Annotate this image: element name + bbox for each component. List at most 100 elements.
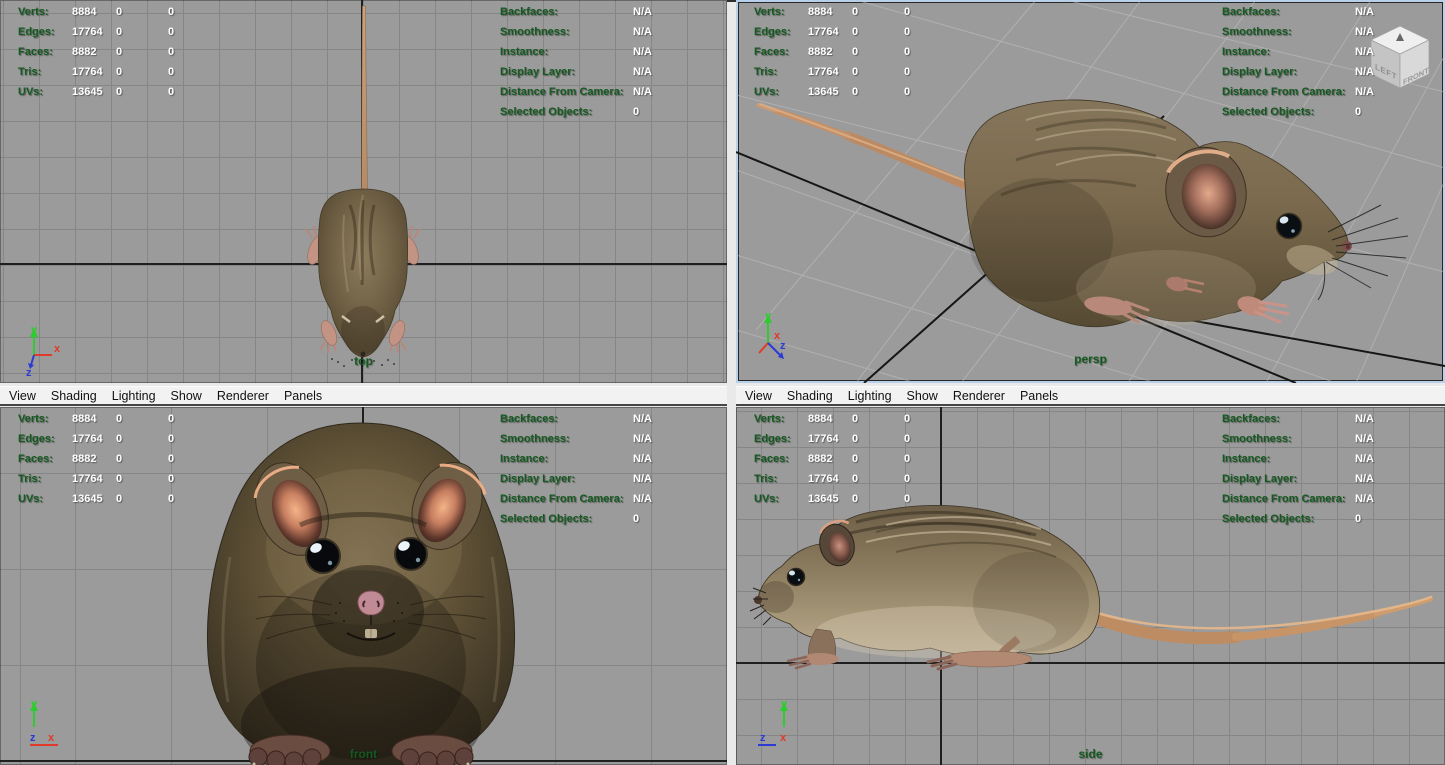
hud-stat-label: Selected Objects: <box>500 513 593 525</box>
hud-stat-label: Smoothness: <box>500 433 570 445</box>
hud-stat-row: UVs: 13645 0 0 <box>0 84 230 104</box>
menu-item-view[interactable]: View <box>9 389 36 403</box>
hud-stat-value: 17764 <box>808 433 839 445</box>
hud-stat-label: Tris: <box>754 66 778 78</box>
hud-stat-label: Selected Objects: <box>1222 513 1315 525</box>
hud-stat-row: Selected Objects: 0 <box>1222 104 1445 124</box>
hud-stat-label: Verts: <box>754 413 785 425</box>
rat-eye <box>786 567 806 587</box>
panel-menubar-left: View Shading Lighting Show Renderer Panels <box>0 386 727 406</box>
hud-stat-value: 0 <box>168 413 175 425</box>
hud-stat-label: Instance: <box>1222 46 1271 58</box>
axis-gizmo-persp-view: y x z <box>758 310 786 359</box>
hud-stat-label: UVs: <box>18 86 44 98</box>
viewport-persp[interactable]: LEFT FRONT Verts: 8884 0 0 Edges: 17764 0 0 Face… <box>736 0 1445 383</box>
svg-text:y: y <box>31 698 38 710</box>
menu-item-view[interactable]: View <box>745 389 772 403</box>
hud-stat-value: 0 <box>904 6 911 18</box>
hud-stat-value: 0 <box>633 513 640 525</box>
hud-stat-row: Verts: 8884 0 0 <box>0 4 230 24</box>
hud-stat-label: Distance From Camera: <box>500 86 624 98</box>
hud-stat-value: 0 <box>852 66 859 78</box>
hud-stat-value: N/A <box>633 473 652 485</box>
hud-stat-label: Edges: <box>754 433 791 445</box>
hud-stat-value: 0 <box>904 493 911 505</box>
hud-stat-label: Backfaces: <box>500 6 559 18</box>
menu-item-show[interactable]: Show <box>907 389 938 403</box>
hud-stat-row: UVs: 13645 0 0 <box>0 491 230 511</box>
menu-item-shading[interactable]: Shading <box>51 389 97 403</box>
hud-stat-value: 0 <box>116 6 123 18</box>
hud-stat-row: Display Layer: N/A <box>500 471 727 491</box>
hud-stat-value: 17764 <box>72 26 103 38</box>
hud-stat-value: 0 <box>904 413 911 425</box>
hud-stat-value: 0 <box>904 453 911 465</box>
menu-item-lighting[interactable]: Lighting <box>848 389 892 403</box>
hud-stat-label: Display Layer: <box>1222 66 1298 78</box>
rat-teeth <box>365 629 377 638</box>
hud-stat-value: N/A <box>633 453 652 465</box>
hud-stat-value: N/A <box>1355 46 1374 58</box>
hud-stat-label: Faces: <box>754 46 789 58</box>
hud-stat-row: Selected Objects: 0 <box>500 511 727 531</box>
hud-stat-row: Smoothness: N/A <box>500 431 727 451</box>
menu-item-panels[interactable]: Panels <box>1020 389 1058 403</box>
rat-head-shading <box>341 306 385 354</box>
hud-stat-row: Distance From Camera: N/A <box>1222 491 1445 511</box>
hud-stat-value: 17764 <box>72 473 103 485</box>
hud-stat-label: Distance From Camera: <box>500 493 624 505</box>
hud-stat-label: Display Layer: <box>500 66 576 78</box>
menu-item-shading[interactable]: Shading <box>787 389 833 403</box>
hud-poly-count-block: Verts: 8884 0 0 Edges: 17764 0 0 Faces: 8882 0 0 Tri… <box>736 4 966 104</box>
hud-stat-label: Faces: <box>754 453 789 465</box>
hud-stat-label: Backfaces: <box>1222 6 1281 18</box>
hud-poly-count-block: Verts: 8884 0 0 Edges: 17764 0 0 Faces: 8882 0 0 Tri… <box>0 411 230 511</box>
hud-stat-value: 0 <box>168 493 175 505</box>
hud-stat-value: 8884 <box>72 413 97 425</box>
rat-tail <box>361 5 368 197</box>
hud-stat-value: 0 <box>904 66 911 78</box>
menu-item-renderer[interactable]: Renderer <box>217 389 269 403</box>
hud-stat-row: Tris: 17764 0 0 <box>736 471 966 491</box>
hud-stat-value: N/A <box>1355 6 1374 18</box>
hud-stat-row: Backfaces: N/A <box>1222 4 1445 24</box>
hud-stat-value: 17764 <box>808 26 839 38</box>
panel-menubar-right: View Shading Lighting Show Renderer Panels <box>736 386 1445 406</box>
hud-stat-label: Tris: <box>754 473 778 485</box>
menu-item-show[interactable]: Show <box>171 389 202 403</box>
hud-stat-row: Smoothness: N/A <box>1222 24 1445 44</box>
hud-stat-value: 8882 <box>72 46 97 58</box>
hud-stat-value: 0 <box>904 473 911 485</box>
hud-stat-value: 8882 <box>808 46 833 58</box>
svg-text:z: z <box>30 732 36 744</box>
hud-stat-row: Instance: N/A <box>500 451 727 471</box>
rat-eye <box>1275 212 1303 240</box>
hud-stat-row: Instance: N/A <box>1222 451 1445 471</box>
viewport-front[interactable]: Verts: 8884 0 0 Edges: 17764 0 0 Faces: 8882 0 0 Tri… <box>0 407 727 765</box>
hud-stat-row: Faces: 8882 0 0 <box>0 44 230 64</box>
svg-text:z: z <box>780 340 786 352</box>
hud-stat-value: 0 <box>904 26 911 38</box>
view-label-front: front <box>349 747 378 761</box>
hud-stat-row: Display Layer: N/A <box>1222 471 1445 491</box>
svg-text:z: z <box>26 367 32 377</box>
hud-stat-value: 0 <box>1355 513 1362 525</box>
svg-text:x: x <box>780 732 787 744</box>
menu-item-lighting[interactable]: Lighting <box>112 389 156 403</box>
hud-stat-value: N/A <box>633 26 652 38</box>
rat-front-leg <box>786 628 839 670</box>
hud-stat-row: Faces: 8882 0 0 <box>736 44 966 64</box>
hud-stat-row: UVs: 13645 0 0 <box>736 491 966 511</box>
menu-item-renderer[interactable]: Renderer <box>953 389 1005 403</box>
view-label-side: side <box>1078 747 1103 761</box>
hud-stat-value: N/A <box>633 6 652 18</box>
rat-snout-shading <box>758 581 794 613</box>
hud-stat-value: N/A <box>633 433 652 445</box>
hud-stat-row: Instance: N/A <box>1222 44 1445 64</box>
viewport-side[interactable]: Verts: 8884 0 0 Edges: 17764 0 0 Faces: 8882 0 0 Tri… <box>736 407 1445 765</box>
viewport-top[interactable]: Verts: 8884 0 0 Edges: 17764 0 0 Faces: 8882 0 0 Tri… <box>0 0 727 383</box>
hud-stat-row: UVs: 13645 0 0 <box>736 84 966 104</box>
hud-stat-label: UVs: <box>754 86 780 98</box>
menu-item-panels[interactable]: Panels <box>284 389 322 403</box>
hud-stat-row: Instance: N/A <box>500 44 727 64</box>
